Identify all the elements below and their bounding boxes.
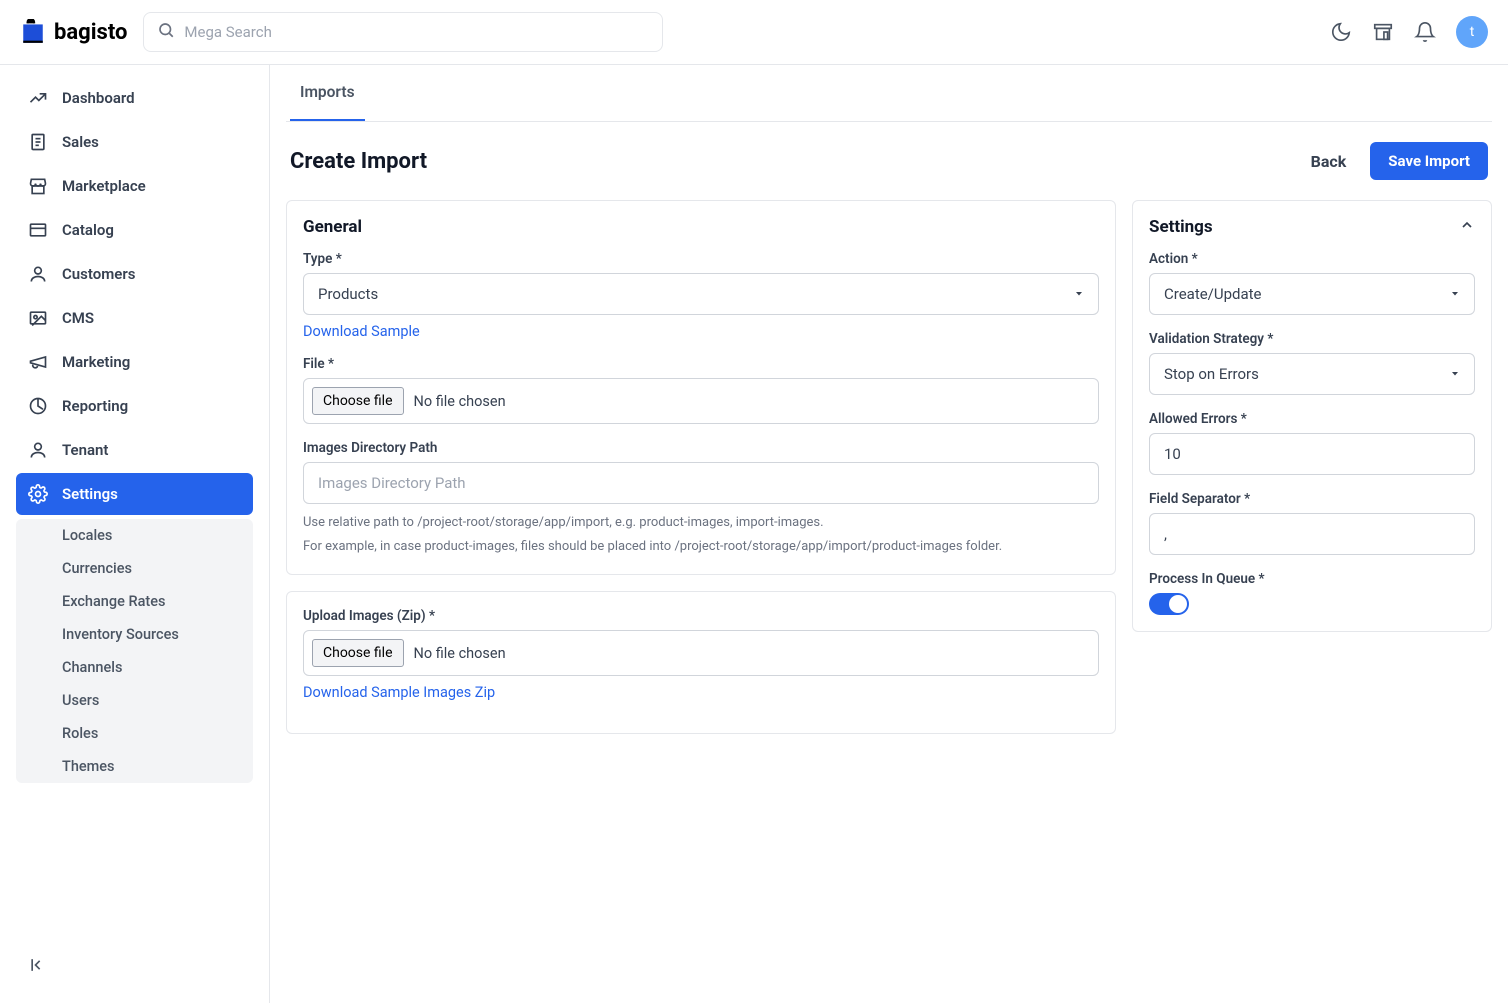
sidebar-item-marketplace[interactable]: Marketplace: [16, 165, 253, 207]
collapse-sidebar-icon[interactable]: [28, 960, 48, 979]
help-text-1: Use relative path to /project-root/stora…: [303, 512, 1099, 534]
sidebar-item-label: CMS: [62, 309, 94, 327]
sidebar-subitem-inventory-sources[interactable]: Inventory Sources: [16, 618, 253, 651]
help-text-2: For example, in case product-images, fil…: [303, 536, 1099, 558]
file-label: File *: [303, 356, 1099, 372]
sidebar-subitem-channels[interactable]: Channels: [16, 651, 253, 684]
allowed-errors-label: Allowed Errors *: [1149, 411, 1475, 427]
cms-icon: [28, 308, 48, 328]
sidebar-item-label: Tenant: [62, 441, 108, 459]
page-header: Create Import Back Save Import: [286, 142, 1492, 180]
search-container: [143, 12, 663, 52]
main-content: Imports Create Import Back Save Import G…: [270, 65, 1508, 1003]
tab-imports[interactable]: Imports: [290, 65, 365, 121]
bag-icon: [20, 19, 46, 45]
images-dir-input[interactable]: [303, 462, 1099, 504]
file-status: No file chosen: [414, 393, 506, 410]
download-sample-link[interactable]: Download Sample: [303, 323, 420, 340]
bell-icon[interactable]: [1414, 21, 1436, 43]
settings-icon: [28, 484, 48, 504]
sidebar: Dashboard Sales Marketplace Catalog Cust…: [0, 65, 270, 1003]
page-actions: Back Save Import: [1311, 142, 1488, 180]
sidebar-subitems: Locales Currencies Exchange Rates Invent…: [16, 519, 253, 783]
catalog-icon: [28, 220, 48, 240]
settings-title: Settings: [1149, 217, 1213, 237]
action-label: Action *: [1149, 251, 1475, 267]
sidebar-subitem-roles[interactable]: Roles: [16, 717, 253, 750]
sidebar-item-label: Marketplace: [62, 177, 146, 195]
upload-card: Upload Images (Zip) * Choose file No fil…: [286, 591, 1116, 734]
queue-label: Process In Queue *: [1149, 571, 1475, 587]
sidebar-subitem-themes[interactable]: Themes: [16, 750, 253, 783]
chevron-up-icon[interactable]: [1459, 217, 1475, 237]
sidebar-footer: [16, 943, 253, 991]
sidebar-item-label: Marketing: [62, 353, 130, 371]
validation-select[interactable]: Stop on Errors: [1149, 353, 1475, 395]
marketing-icon: [28, 352, 48, 372]
type-label: Type *: [303, 251, 1099, 267]
header-actions: t: [1330, 16, 1488, 48]
sidebar-subitem-locales[interactable]: Locales: [16, 519, 253, 552]
process-queue-toggle[interactable]: [1149, 593, 1189, 615]
sidebar-item-tenant[interactable]: Tenant: [16, 429, 253, 471]
field-sep-label: Field Separator *: [1149, 491, 1475, 507]
brand-name: bagisto: [54, 20, 127, 45]
customers-icon: [28, 264, 48, 284]
sidebar-item-label: Sales: [62, 133, 99, 151]
sidebar-item-catalog[interactable]: Catalog: [16, 209, 253, 251]
back-link[interactable]: Back: [1311, 152, 1347, 171]
sidebar-subitem-exchange-rates[interactable]: Exchange Rates: [16, 585, 253, 618]
upload-file-status: No file chosen: [414, 645, 506, 662]
page-title: Create Import: [290, 149, 1311, 174]
allowed-errors-input[interactable]: [1149, 433, 1475, 475]
sidebar-item-label: Dashboard: [62, 89, 135, 107]
sidebar-item-label: Settings: [62, 485, 118, 503]
settings-card: Settings Action * Create/Update Validati…: [1132, 200, 1492, 632]
action-select[interactable]: Create/Update: [1149, 273, 1475, 315]
sidebar-subitem-currencies[interactable]: Currencies: [16, 552, 253, 585]
field-sep-input[interactable]: [1149, 513, 1475, 555]
dashboard-icon: [28, 88, 48, 108]
reporting-icon: [28, 396, 48, 416]
upload-file-input[interactable]: Choose file No file chosen: [303, 630, 1099, 676]
tenant-icon: [28, 440, 48, 460]
choose-file-button-zip[interactable]: Choose file: [312, 639, 404, 667]
sidebar-item-label: Reporting: [62, 397, 128, 415]
save-import-button[interactable]: Save Import: [1370, 142, 1488, 180]
sidebar-subitem-users[interactable]: Users: [16, 684, 253, 717]
validation-label: Validation Strategy *: [1149, 331, 1475, 347]
file-input[interactable]: Choose file No file chosen: [303, 378, 1099, 424]
sidebar-item-label: Catalog: [62, 221, 114, 239]
choose-file-button[interactable]: Choose file: [312, 387, 404, 415]
store-icon[interactable]: [1372, 21, 1394, 43]
sidebar-item-sales[interactable]: Sales: [16, 121, 253, 163]
brand-logo[interactable]: bagisto: [20, 19, 127, 45]
theme-toggle-icon[interactable]: [1330, 21, 1352, 43]
tabs: Imports: [286, 65, 1492, 122]
sidebar-item-reporting[interactable]: Reporting: [16, 385, 253, 427]
general-card: General Type * Products Download Sample …: [286, 200, 1116, 575]
user-avatar[interactable]: t: [1456, 16, 1488, 48]
download-sample-zip-link[interactable]: Download Sample Images Zip: [303, 684, 495, 701]
upload-label: Upload Images (Zip) *: [303, 608, 1099, 624]
sidebar-item-dashboard[interactable]: Dashboard: [16, 77, 253, 119]
sidebar-item-settings[interactable]: Settings: [16, 473, 253, 515]
sales-icon: [28, 132, 48, 152]
sidebar-item-customers[interactable]: Customers: [16, 253, 253, 295]
search-icon: [157, 21, 175, 43]
toggle-knob: [1169, 595, 1187, 613]
sidebar-item-cms[interactable]: CMS: [16, 297, 253, 339]
sidebar-item-marketing[interactable]: Marketing: [16, 341, 253, 383]
type-select[interactable]: Products: [303, 273, 1099, 315]
top-header: bagisto t: [0, 0, 1508, 65]
search-input[interactable]: [143, 12, 663, 52]
marketplace-icon: [28, 176, 48, 196]
sidebar-item-label: Customers: [62, 265, 135, 283]
general-title: General: [303, 217, 1099, 237]
images-dir-label: Images Directory Path: [303, 440, 1099, 456]
